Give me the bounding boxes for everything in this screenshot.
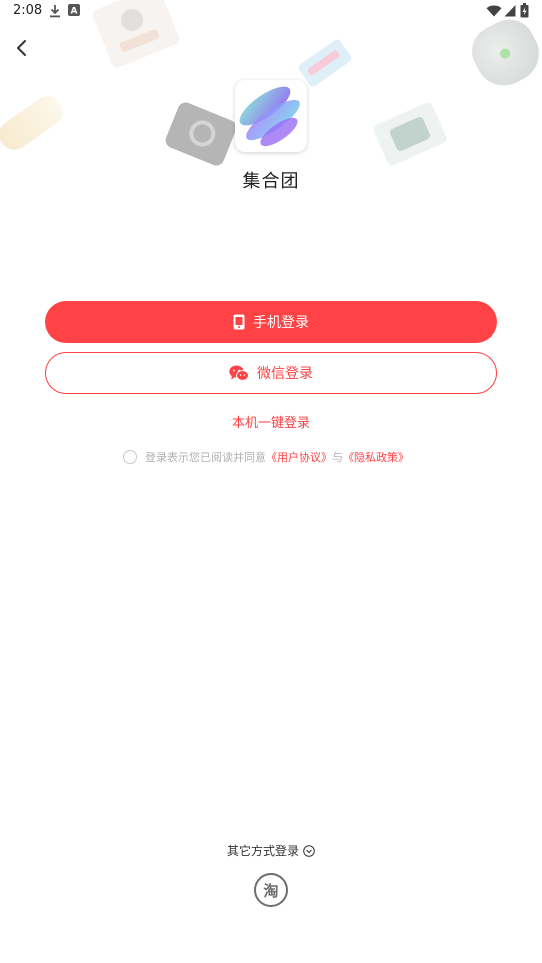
signal-icon (504, 5, 516, 17)
product-image-tube (0, 90, 69, 156)
swirl-logo-icon (239, 86, 300, 147)
wifi-icon (486, 5, 502, 17)
notification-a-icon: A (68, 4, 80, 16)
status-bar: 2:08 A (0, 0, 542, 24)
phone-icon (233, 314, 245, 330)
battery-icon (520, 3, 529, 18)
taobao-login-button[interactable]: 淘 (254, 873, 288, 907)
product-image-stickers (91, 0, 181, 70)
wechat-login-label: 微信登录 (257, 366, 313, 382)
download-icon (50, 5, 60, 18)
user-agreement-link[interactable]: 《用户协议》 (266, 449, 332, 465)
agreement-row: 登录表示您已阅读并同意 《用户协议》 与 《隐私政策》 (123, 449, 409, 465)
other-login-methods-label: 其它方式登录 (226, 844, 299, 858)
product-image-camera (163, 100, 239, 168)
taobao-icon-label: 淘 (263, 881, 279, 900)
product-image-device-box (371, 100, 449, 168)
agreement-checkbox[interactable] (123, 450, 137, 464)
status-time: 2:08 (13, 3, 43, 18)
privacy-policy-link[interactable]: 《隐私政策》 (343, 449, 409, 465)
app-name: 集合团 (242, 171, 300, 192)
chevron-left-icon (17, 40, 26, 56)
phone-login-label: 手机登录 (253, 315, 309, 331)
wechat-login-button[interactable]: 微信登录 (45, 352, 497, 394)
agreement-prefix: 登录表示您已阅读并同意 (145, 451, 266, 464)
phone-login-button[interactable]: 手机登录 (45, 301, 497, 343)
one-click-login-link[interactable]: 本机一键登录 (0, 412, 542, 431)
svg-text:A: A (71, 7, 78, 17)
chevron-down-circle-icon (303, 844, 315, 857)
app-logo (235, 80, 307, 152)
back-button[interactable] (8, 34, 36, 62)
wechat-icon (229, 365, 249, 382)
product-image-toothbrush (297, 38, 353, 88)
other-login-methods-toggle[interactable]: 其它方式登录 (0, 842, 542, 859)
agreement-conjunction: 与 (332, 451, 343, 464)
